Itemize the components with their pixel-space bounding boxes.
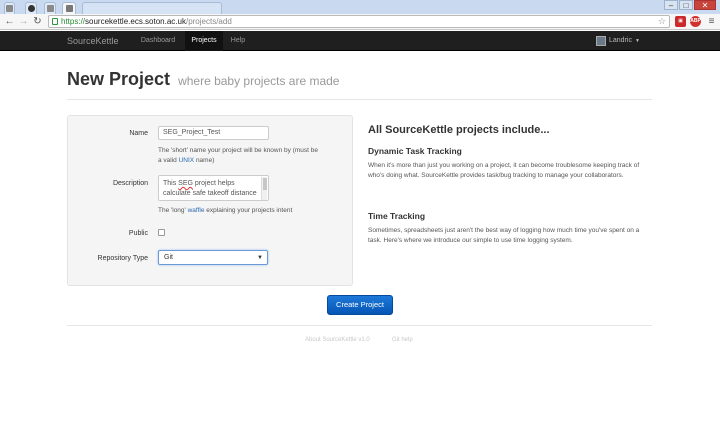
description-line-1: This SEG project helps — [163, 179, 264, 189]
adblock-icon[interactable]: ABP — [690, 16, 701, 27]
close-button[interactable]: ✕ — [694, 0, 716, 10]
chevron-down-icon: ▼ — [634, 38, 640, 44]
project-form: Name SEG_Project_Test The 'short' name y… — [67, 115, 353, 286]
public-label: Public — [128, 230, 148, 237]
forward-arrow-icon[interactable]: → — [18, 16, 29, 27]
browser-tab-active[interactable] — [62, 2, 76, 14]
github-icon — [27, 5, 35, 12]
description-textarea[interactable]: This SEG project helps calculate safe ta… — [158, 175, 269, 201]
browser-tab-github[interactable] — [25, 2, 37, 14]
address-bar[interactable]: https://sourcekettle.ecs.soton.ac.uk/pro… — [48, 15, 670, 28]
page-title: New Project where baby projects are made — [67, 69, 339, 90]
unix-link[interactable]: UNIX — [179, 157, 195, 164]
page-favicon-icon — [6, 5, 13, 12]
url-host: sourcekettle.ecs.soton.ac.uk — [85, 17, 186, 26]
browser-tab-new[interactable] — [82, 2, 222, 14]
user-name: Landric — [609, 37, 632, 44]
name-help: The 'short' name your project will be kn… — [158, 146, 318, 166]
create-project-button[interactable]: Create Project — [327, 295, 393, 315]
red-extension-icon[interactable]: ▣ — [675, 16, 686, 27]
footer-divider — [67, 325, 652, 326]
page-favicon-icon — [46, 5, 54, 12]
description-label: Description — [112, 180, 148, 187]
feature-heading-time-tracking: Time Tracking — [368, 211, 426, 221]
description-text: project helps — [192, 180, 235, 187]
minimize-button[interactable]: – — [664, 0, 678, 10]
menu-hamburger-icon[interactable]: ≡ — [706, 16, 717, 27]
description-help-suffix: explaining your projects intent — [204, 207, 293, 214]
waffle-link[interactable]: waffle — [188, 207, 205, 214]
back-arrow-icon[interactable]: ← — [4, 16, 15, 27]
brand-logo[interactable]: SourceKettle — [67, 31, 119, 51]
bookmark-star-icon[interactable]: ☆ — [658, 16, 666, 27]
description-line-2: calculate safe takeoff distance — [163, 190, 257, 197]
lock-icon — [52, 18, 58, 25]
page-favicon-icon — [65, 5, 73, 12]
name-label: Name — [129, 130, 148, 137]
select-arrow-icon: ▼ — [257, 255, 263, 261]
git-help-link[interactable]: Git help — [392, 337, 413, 343]
maximize-button[interactable]: □ — [679, 0, 693, 10]
description-help-text: The 'long' — [158, 207, 188, 214]
description-text: This — [163, 180, 179, 187]
public-checkbox[interactable] — [158, 229, 165, 236]
browser-toolbar: ← → ↻ https://sourcekettle.ecs.soton.ac.… — [0, 14, 720, 30]
browser-tab-strip: – □ ✕ — [0, 0, 720, 14]
url-scheme: https:// — [61, 17, 86, 26]
app-navbar: SourceKettle Dashboard Projects Help Lan… — [0, 31, 720, 51]
url-path: /projects/add — [185, 17, 232, 26]
textarea-scrollbar[interactable] — [261, 177, 267, 200]
description-help: The 'long' waffle explaining your projec… — [158, 206, 348, 216]
avatar — [596, 36, 606, 46]
page-subtitle: where baby projects are made — [178, 74, 340, 88]
page-title-text: New Project — [67, 69, 171, 89]
window-controls: – □ ✕ — [663, 0, 716, 10]
repository-type-value: Git — [164, 254, 173, 261]
browser-tab[interactable] — [4, 2, 15, 14]
feature-heading-task-tracking: Dynamic Task Tracking — [368, 146, 462, 156]
header-divider — [67, 99, 652, 100]
browser-tab[interactable] — [44, 2, 56, 14]
features-title: All SourceKettle projects include... — [368, 124, 550, 136]
nav-help[interactable]: Help — [226, 31, 250, 51]
name-input[interactable]: SEG_Project_Test — [158, 126, 269, 140]
feature-text-task-tracking: When it's more than just you working on … — [368, 162, 640, 179]
scrollbar-thumb[interactable] — [263, 178, 267, 190]
nav-dashboard[interactable]: Dashboard — [136, 31, 180, 51]
about-link[interactable]: About SourceKettle v1.0 — [305, 337, 370, 343]
feature-text-time-tracking: Sometimes, spreadsheets just aren't the … — [368, 227, 640, 244]
nav-projects[interactable]: Projects — [185, 31, 223, 51]
reload-icon[interactable]: ↻ — [32, 16, 43, 27]
name-help-suffix: name) — [194, 157, 215, 164]
repository-type-label: Repository Type — [97, 255, 148, 262]
repository-type-select[interactable]: Git ▼ — [158, 250, 268, 265]
description-misspelled-word: SEG — [178, 180, 193, 187]
user-menu[interactable]: Landric ▼ — [596, 31, 640, 51]
